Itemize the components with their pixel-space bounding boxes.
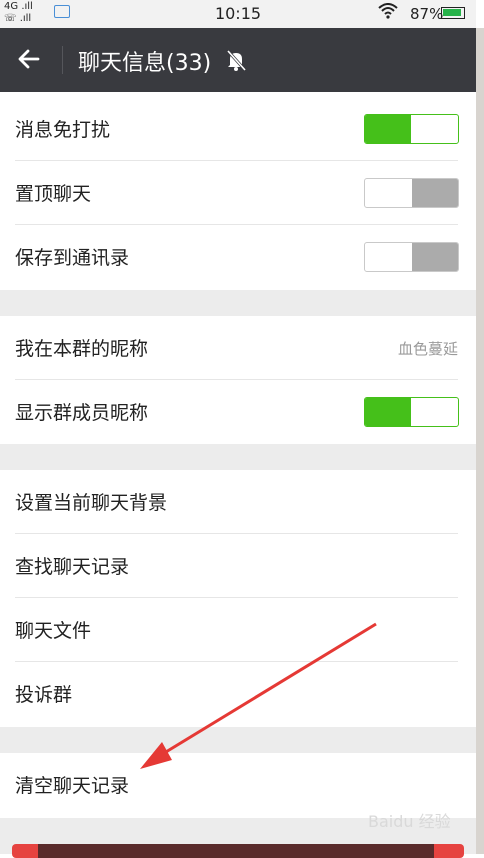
- row-set-chat-background[interactable]: 设置当前聊天背景: [0, 470, 476, 534]
- pin-chat-toggle[interactable]: [364, 178, 459, 208]
- battery-percent: 87%: [410, 5, 444, 23]
- page-title: 聊天信息(33): [78, 51, 212, 76]
- row-report-group[interactable]: 投诉群: [0, 662, 476, 726]
- status-bar: 4G .ıll ☏ .ıll 10:15 87%: [0, 0, 476, 28]
- row-label: 投诉群: [15, 684, 73, 706]
- row-label: 设置当前聊天背景: [15, 492, 168, 514]
- title-bar: 聊天信息(33): [0, 28, 476, 92]
- row-search-chat-history[interactable]: 查找聊天记录: [0, 534, 476, 598]
- row-label: 保存到通讯录: [15, 247, 130, 269]
- mute-notifications-toggle[interactable]: [364, 114, 459, 144]
- row-my-group-nickname[interactable]: 我在本群的昵称 血色蔓延: [0, 316, 476, 380]
- delete-and-exit-button[interactable]: [12, 844, 464, 858]
- background-edge: [476, 28, 484, 854]
- row-label: 清空聊天记录: [15, 775, 130, 797]
- row-show-member-nicknames[interactable]: 显示群成员昵称: [0, 380, 476, 444]
- save-to-contacts-toggle[interactable]: [364, 242, 459, 272]
- battery-icon: [441, 7, 465, 19]
- title-divider: [62, 46, 63, 74]
- section-gap: [0, 727, 476, 753]
- row-mute-notifications[interactable]: 消息免打扰: [0, 97, 476, 161]
- notification-section: 消息免打扰 置顶聊天 保存到通讯录: [0, 97, 476, 289]
- back-arrow-icon[interactable]: [14, 44, 44, 74]
- row-label: 显示群成员昵称: [15, 402, 149, 424]
- nickname-section: 我在本群的昵称 血色蔓延 显示群成员昵称: [0, 316, 476, 444]
- row-label: 我在本群的昵称: [15, 338, 149, 360]
- show-member-nicknames-toggle[interactable]: [364, 397, 459, 427]
- row-save-to-contacts[interactable]: 保存到通讯录: [0, 225, 476, 289]
- row-label: 置顶聊天: [15, 183, 92, 205]
- wifi-icon: [378, 3, 398, 23]
- section-gap: [0, 444, 476, 470]
- row-pin-chat[interactable]: 置顶聊天: [0, 161, 476, 225]
- nickname-value: 血色蔓延: [397, 340, 458, 358]
- section-gap: [0, 290, 476, 316]
- row-chat-files[interactable]: 聊天文件: [0, 598, 476, 662]
- row-label: 聊天文件: [15, 620, 92, 642]
- row-label: 消息免打扰: [15, 119, 111, 141]
- chat-options-section: 设置当前聊天背景 查找聊天记录 聊天文件 投诉群: [0, 470, 476, 726]
- mute-bell-icon: [224, 48, 248, 72]
- baidu-watermark: Baidu 经验: [368, 812, 451, 831]
- row-label: 查找聊天记录: [15, 556, 130, 578]
- clock: 10:15: [214, 4, 262, 23]
